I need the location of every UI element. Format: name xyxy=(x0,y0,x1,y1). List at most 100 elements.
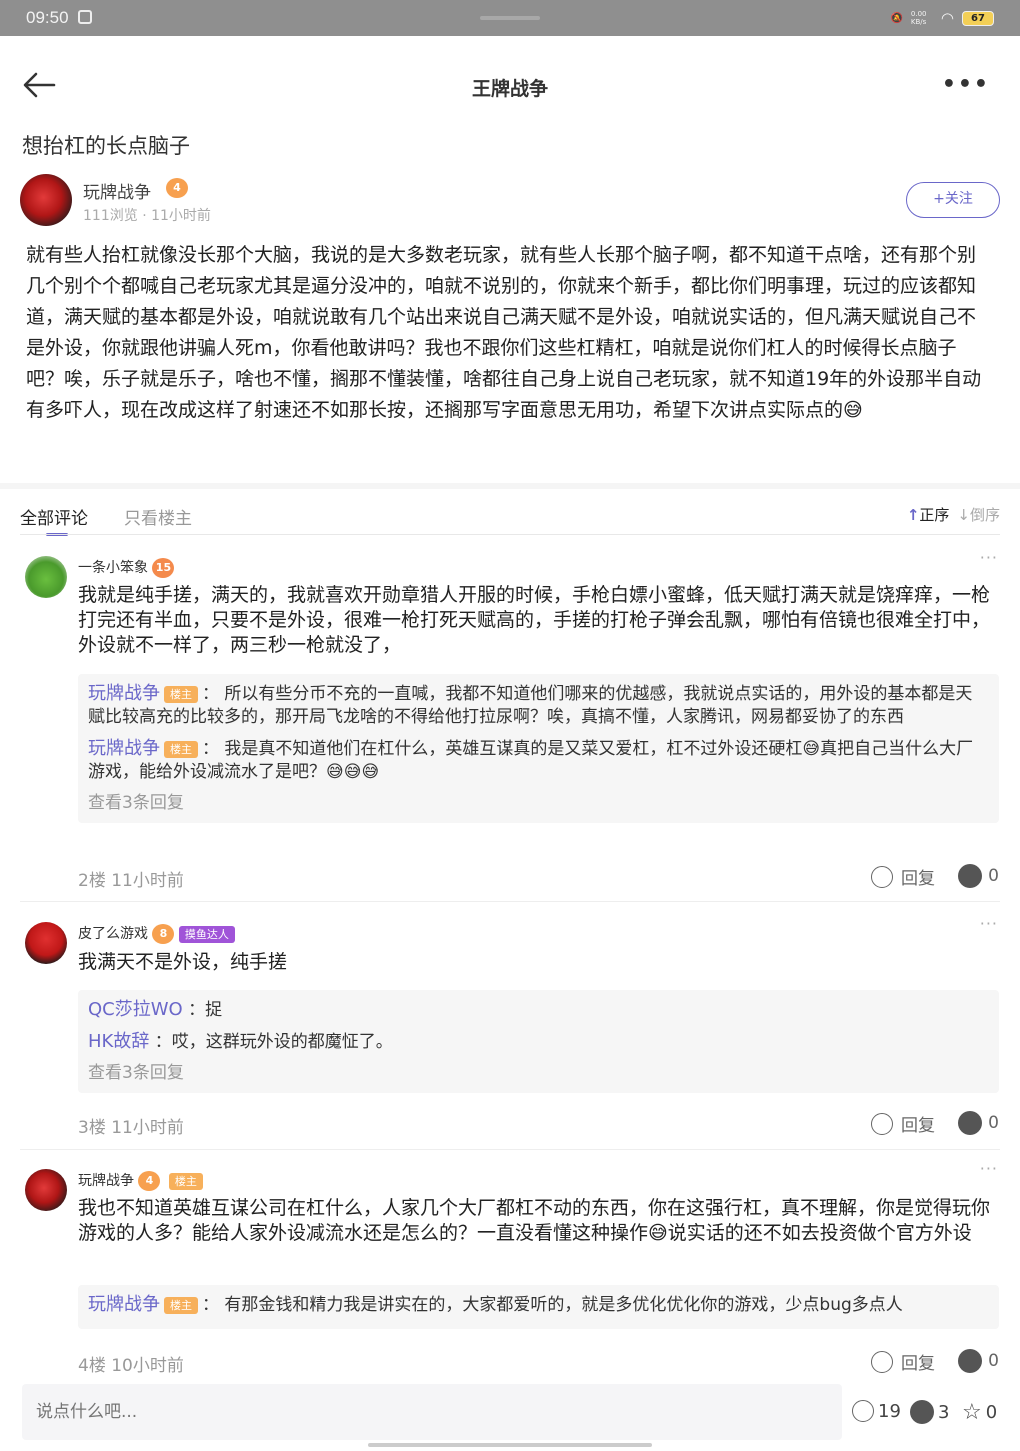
like-button[interactable]: 0 xyxy=(958,864,999,888)
reply-item: 玩牌战争 楼主： 我是真不知道他们在杠什么，英雄互谋真的是又菜又爱杠，杠不过外设还… xyxy=(88,738,974,782)
reply-label: 回复 xyxy=(901,1116,935,1136)
view-more-replies[interactable]: 查看3条回复 xyxy=(88,1062,989,1085)
commenter-name[interactable]: 玩牌战争 4 楼主 xyxy=(78,1170,207,1191)
reply-button[interactable]: 回复 xyxy=(871,1111,935,1136)
reply-item: QC莎拉WO ：捉 xyxy=(88,999,223,1020)
comment-time: 10小时前 xyxy=(111,1356,184,1376)
sort-controls: ↑正序 ↓倒序 xyxy=(907,504,1000,525)
comment-text: 我也不知道英雄互谋公司在杠什么，人家几个大厂都杠不动的东西，你在这强行杠，真不理… xyxy=(78,1197,991,1244)
clock: 09:50 xyxy=(26,8,69,27)
post-content: 就有些人抬杠就像没长那个大脑，我说的是大多数老玩家，就有些人长那个脑子啊，都不知… xyxy=(26,244,982,421)
comment-footer: 3楼 11小时前 回复 0 xyxy=(78,1111,999,1139)
comment-text: 我满天不是外设，纯手搓 xyxy=(78,951,288,973)
reply-item: HK故辞 ：哎，这群玩外设的都魔怔了。 xyxy=(88,1031,393,1052)
comment-time: 11小时前 xyxy=(111,871,184,891)
achievement-badge: 摸鱼达人 xyxy=(178,925,235,943)
comment-more-icon[interactable]: ··· xyxy=(980,548,998,567)
comment-count-button[interactable]: 19 xyxy=(852,1400,901,1422)
top-nav: 王牌战争 ••• xyxy=(0,36,1020,136)
reply-author[interactable]: HK故辞 xyxy=(88,1031,149,1052)
net-speed: 0.00 KB/s xyxy=(910,10,927,26)
comment-count: 19 xyxy=(878,1400,901,1422)
floor-number: 2楼 xyxy=(78,871,106,891)
comment-bubble-icon xyxy=(871,865,893,888)
comment-item: 一条小笨象 15 ··· 我就是纯手搓，满天的，我就喜欢开勋章猎人开服的时候，手… xyxy=(0,548,1020,900)
comment-footer: 4楼 10小时前 回复 0 xyxy=(78,1349,999,1377)
level-badge: 4 xyxy=(138,1171,161,1191)
post-title: 想抬杠的长点脑子 xyxy=(22,134,190,158)
reply-button[interactable]: 回复 xyxy=(871,864,935,889)
thumbs-up-icon xyxy=(958,864,983,888)
like-count: 0 xyxy=(988,1113,999,1133)
comment-tabs: 全部评论 只看楼主 ↑正序 ↓倒序 xyxy=(20,504,1000,536)
commenter-avatar[interactable] xyxy=(25,1169,67,1211)
comment-bubble-icon xyxy=(852,1400,874,1422)
like-post-button[interactable]: 3 xyxy=(910,1400,949,1424)
sort-desc-button[interactable]: ↓倒序 xyxy=(957,504,1000,525)
favorite-button[interactable]: ☆ 0 xyxy=(962,1400,997,1425)
floor-and-time: 4楼 10小时前 xyxy=(78,1351,184,1376)
comment-more-icon[interactable]: ··· xyxy=(980,1159,998,1178)
level-badge: 4 xyxy=(166,178,188,198)
section-divider xyxy=(0,483,1020,489)
author-name[interactable]: 玩牌战争 xyxy=(83,178,151,203)
post-meta: 111浏览 · 11小时前 xyxy=(83,205,211,225)
reply-label: 回复 xyxy=(901,1354,935,1374)
like-button[interactable]: 0 xyxy=(958,1111,999,1135)
comment-bubble-icon xyxy=(871,1350,893,1373)
comment-item: 玩牌战争 4 楼主 ··· 我也不知道英雄互谋公司在杠什么，人家几个大厂都杠不动… xyxy=(0,1159,1020,1380)
floor-and-time: 3楼 11小时前 xyxy=(78,1113,184,1138)
arrow-up-icon: ↑ xyxy=(906,506,920,524)
commenter-avatar[interactable] xyxy=(25,922,67,964)
post-time: 11小时前 xyxy=(151,208,211,224)
star-icon: ☆ xyxy=(962,1400,982,1425)
reply-author[interactable]: QC莎拉WO xyxy=(88,999,183,1020)
commenter-name-text: 玩牌战争 xyxy=(78,1173,134,1189)
tab-all-comments[interactable]: 全部评论 xyxy=(20,504,88,529)
owner-tag: 楼主 xyxy=(164,740,198,758)
view-more-replies[interactable]: 查看3条回复 xyxy=(88,792,989,815)
commenter-avatar[interactable] xyxy=(25,556,67,598)
comment-input[interactable] xyxy=(22,1384,842,1440)
reply-text: 哎，这群玩外设的都魔怔了。 xyxy=(171,1032,393,1052)
tabs-divider xyxy=(20,534,1000,535)
reply-box: 玩牌战争 楼主： 所以有些分币不充的一直喊，我都不知道他们哪来的优越感，我就说点实… xyxy=(78,674,999,823)
author-avatar[interactable] xyxy=(20,174,72,226)
reply-text: 我是真不知道他们在杠什么，英雄互谋真的是又菜又爱杠，杠不过外设还硬杠😅真把自己当… xyxy=(88,739,974,782)
comment-text: 我就是纯手搓，满天的，我就喜欢开勋章猎人开服的时候，手枪白嫖小蜜蜂，低天赋打满天… xyxy=(78,584,991,656)
reply-author[interactable]: 玩牌战争 xyxy=(88,1294,160,1315)
post-like-count: 3 xyxy=(938,1401,950,1423)
like-count: 0 xyxy=(988,866,999,886)
comment-bubble-icon xyxy=(871,1112,893,1135)
status-icons: 🔕 0.00 KB/s ◠ 67 xyxy=(890,9,994,27)
level-badge: 8 xyxy=(152,924,175,944)
commenter-name-text: 皮了么游戏 xyxy=(78,926,148,942)
thumbs-up-icon xyxy=(958,1349,983,1373)
comment-time: 11小时前 xyxy=(111,1118,184,1138)
reply-item: 玩牌战争 楼主： 有那金钱和精力我是讲实在的，大家都爱听的，就是多优化优化你的游戏… xyxy=(88,1294,903,1315)
mute-icon: 🔕 xyxy=(890,12,903,24)
wifi-icon: ◠ xyxy=(940,9,954,27)
more-options-icon[interactable]: ••• xyxy=(942,72,990,97)
comment-item: 皮了么游戏 8 摸鱼达人 ··· 我满天不是外设，纯手搓 QC莎拉WO ：捉 H… xyxy=(0,914,1020,1148)
reply-box: QC莎拉WO ：捉 HK故辞 ：哎，这群玩外设的都魔怔了。 查看3条回复 xyxy=(78,990,999,1093)
battery-icon: 67 xyxy=(962,10,994,26)
comment-more-icon[interactable]: ··· xyxy=(980,914,998,933)
reply-author[interactable]: 玩牌战争 xyxy=(88,683,160,704)
follow-button[interactable]: +关注 xyxy=(906,182,1000,218)
status-bar: 09:50 🔕 0.00 KB/s ◠ 67 xyxy=(0,0,1020,36)
status-pill xyxy=(480,16,540,20)
tab-owner-only[interactable]: 只看楼主 xyxy=(124,504,192,529)
sort-asc-button[interactable]: ↑正序 xyxy=(907,504,950,525)
commenter-name[interactable]: 一条小笨象 15 xyxy=(78,557,175,578)
like-count: 0 xyxy=(988,1351,999,1371)
page-title: 王牌战争 xyxy=(471,78,548,100)
comment-divider xyxy=(20,1149,1000,1150)
like-button[interactable]: 0 xyxy=(958,1349,999,1373)
sort-desc-label: 倒序 xyxy=(969,506,1000,524)
reply-button[interactable]: 回复 xyxy=(871,1349,935,1374)
bottom-bar: 19 3 ☆0 xyxy=(0,1384,1020,1444)
reply-author[interactable]: 玩牌战争 xyxy=(88,738,160,759)
commenter-name[interactable]: 皮了么游戏 8 摸鱼达人 xyxy=(78,923,235,944)
reply-label: 回复 xyxy=(901,869,935,889)
